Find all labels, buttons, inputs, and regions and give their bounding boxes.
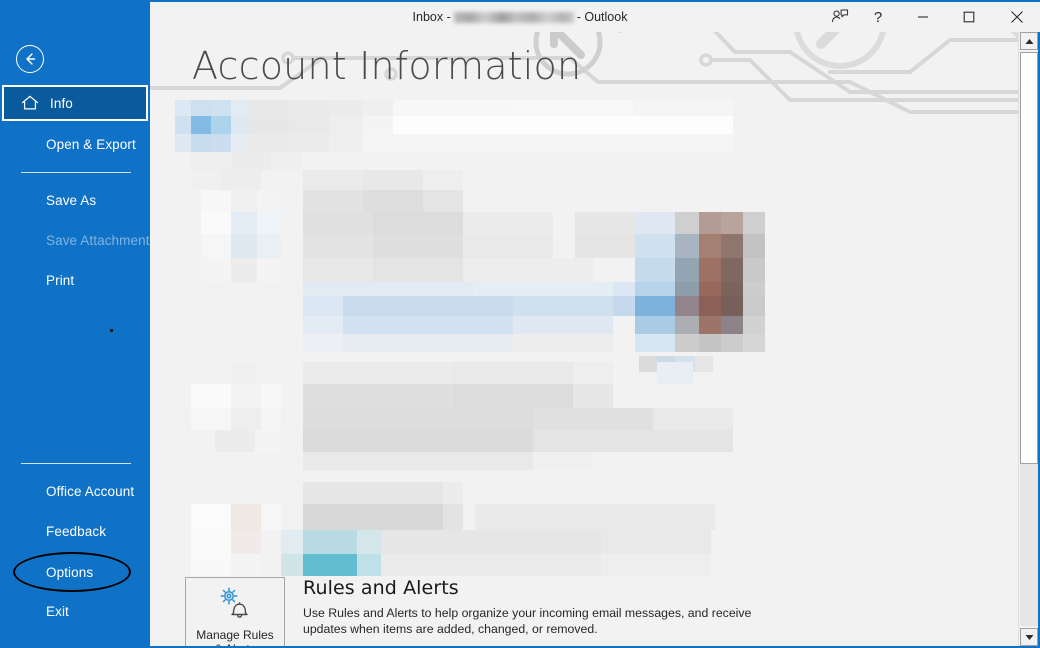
minimize-icon (918, 16, 928, 18)
rules-and-alerts-section: Manage Rules & Alerts Rules and Alerts U… (185, 577, 785, 646)
redacted-account-details (175, 100, 795, 580)
page-title: Account Information (192, 44, 582, 88)
maximize-icon (963, 11, 975, 23)
backstage-content: Account Information Manage Rules Rules a… (150, 32, 1018, 646)
backstage-sidebar: Info Open & Export Save As Save Attachme… (0, 0, 156, 648)
window-title-suffix: - Outlook (576, 10, 628, 24)
scroll-up-icon (1025, 38, 1033, 44)
sidebar-item-label: Print (46, 272, 75, 288)
sidebar-item-feedback[interactable]: Feedback (0, 513, 150, 549)
help-button[interactable]: ? (856, 2, 900, 32)
rules-and-alerts-text: Rules and Alerts Use Rules and Alerts to… (303, 577, 773, 637)
window-title: Inbox - - Outlook (150, 2, 890, 32)
scroll-down-icon (1025, 634, 1033, 640)
minimize-button[interactable] (901, 2, 945, 32)
sidebar-item-label: Save Attachments (46, 232, 157, 248)
redacted-account-name (453, 11, 574, 23)
close-icon (1011, 11, 1023, 23)
sidebar-item-save-attachments: Save Attachments (0, 222, 156, 258)
back-arrow-icon (26, 53, 36, 65)
sidebar-item-exit[interactable]: Exit (0, 593, 150, 629)
manage-rules-label-line2: & Alerts (214, 642, 255, 646)
sidebar-item-options[interactable]: Options (0, 554, 150, 590)
manage-rules-and-alerts-button[interactable]: Manage Rules & Alerts (185, 577, 285, 646)
back-button[interactable] (16, 45, 44, 73)
sidebar-item-label: Open & Export (46, 136, 136, 152)
sidebar-divider-top (21, 172, 131, 173)
scroll-down-button[interactable] (1020, 628, 1038, 646)
maximize-button[interactable] (947, 2, 991, 32)
sidebar-item-info[interactable]: Info (2, 85, 148, 121)
sidebar-item-label: Save As (46, 192, 97, 208)
sidebar-item-label: Feedback (46, 523, 107, 539)
manage-rules-label-line1: Manage Rules (196, 628, 274, 642)
sidebar-divider-bottom (21, 463, 131, 464)
rules-and-alerts-description: Use Rules and Alerts to help organize yo… (303, 606, 752, 636)
scroll-up-button[interactable] (1020, 32, 1038, 50)
circle-arrow-ne-watermark (794, 32, 886, 69)
scrollbar-thumb[interactable] (1020, 52, 1038, 464)
sidebar-item-label: Options (46, 564, 94, 580)
gear-bell-icon (215, 585, 255, 624)
sidebar-item-open-and-export[interactable]: Open & Export (0, 126, 150, 162)
vertical-scrollbar[interactable] (1018, 32, 1038, 646)
sidebar-item-office-account[interactable]: Office Account (0, 473, 150, 509)
title-bar[interactable]: Inbox - - Outlook ? (150, 2, 1040, 32)
sidebar-item-label: Exit (46, 603, 69, 619)
window-title-prefix: Inbox - (412, 10, 451, 24)
sidebar-item-save-as[interactable]: Save As (0, 182, 150, 218)
sidebar-item-label: Info (50, 95, 73, 111)
close-button[interactable] (995, 2, 1039, 32)
outlook-backstage-window: Info Open & Export Save As Save Attachme… (0, 0, 1040, 648)
rules-and-alerts-heading: Rules and Alerts (303, 577, 459, 599)
sidebar-item-label: Office Account (46, 483, 135, 499)
pixelated-block (175, 100, 765, 576)
cursor-dot-marker (110, 329, 113, 332)
sidebar-item-print[interactable]: Print (0, 262, 150, 298)
home-icon (21, 95, 39, 110)
scrollbar-track[interactable] (1020, 464, 1038, 626)
